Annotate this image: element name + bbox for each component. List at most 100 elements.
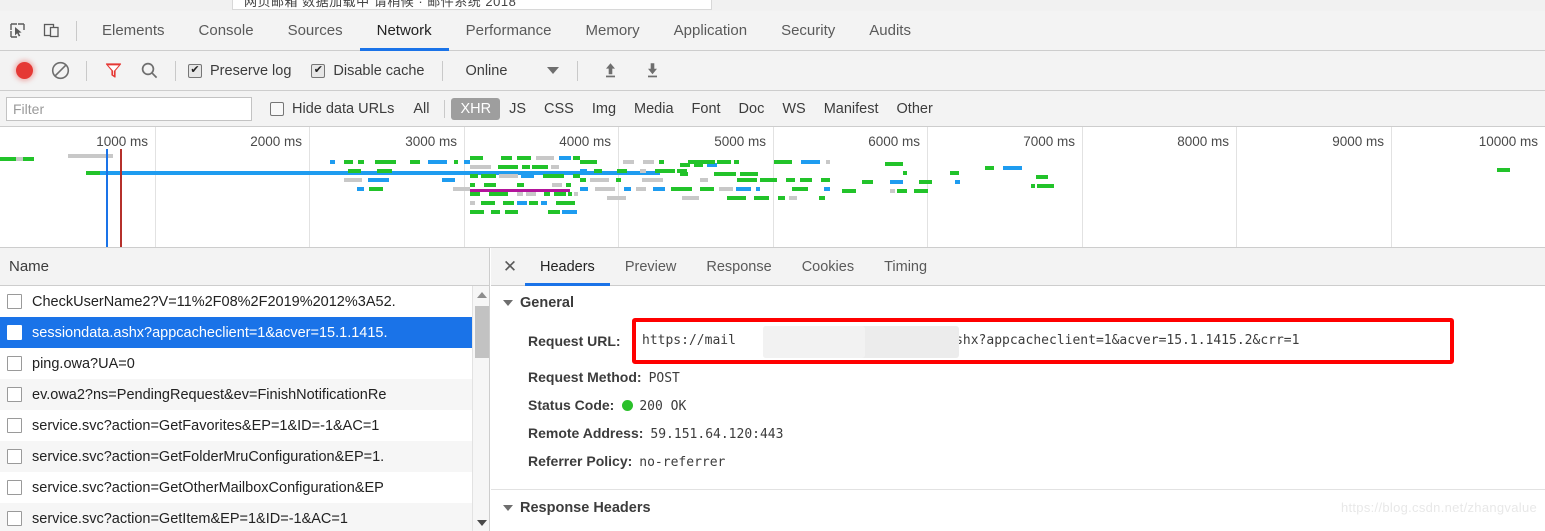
request-name: sessiondata.ashx?appcacheclient=1&acver=…	[32, 324, 388, 341]
overview-request-bar	[826, 160, 830, 164]
referrer-policy-value: no-referrer	[639, 455, 726, 470]
detail-tab-response[interactable]: Response	[691, 248, 786, 286]
overview-request-bar	[489, 192, 508, 196]
general-section-header[interactable]: General	[491, 295, 1545, 311]
overview-request-bar	[590, 178, 609, 182]
table-row[interactable]: service.svc?action=GetFolderMruConfigura…	[0, 441, 473, 472]
network-filter-bar: Hide data URLs All XHR JS CSS Img Media …	[0, 91, 1545, 127]
table-row[interactable]: service.svc?action=GetFavorites&EP=1&ID=…	[0, 410, 473, 441]
overview-request-bar	[580, 178, 586, 182]
overview-request-bar	[717, 160, 731, 164]
request-list-scrollbar[interactable]	[472, 286, 489, 531]
scroll-up-arrow-icon[interactable]	[473, 286, 489, 303]
import-har-icon[interactable]	[592, 51, 628, 91]
overview-request-bar	[700, 178, 708, 182]
browser-tab-title: 网页邮箱 数据加载中 请稍候 · 邮件系统 2018	[244, 0, 517, 9]
request-url-label: Request URL:	[528, 333, 621, 349]
tab-network[interactable]: Network	[359, 11, 449, 51]
device-toolbar-icon[interactable]	[34, 11, 68, 51]
overview-request-bar	[700, 187, 714, 191]
request-url-row: Request URL: https://mail______________/…	[491, 311, 1545, 369]
filter-type-manifest[interactable]: Manifest	[815, 98, 888, 120]
filter-icon[interactable]	[95, 51, 131, 91]
hide-data-urls-checkmark	[270, 101, 284, 116]
table-row[interactable]: service.svc?action=GetItem&EP=1&ID=-1&AC…	[0, 503, 473, 531]
filter-type-font[interactable]: Font	[683, 98, 730, 120]
preserve-log-checkbox[interactable]: ✔ Preserve log	[188, 63, 291, 79]
overview-request-bar	[734, 160, 739, 164]
scrollbar-thumb[interactable]	[475, 306, 489, 358]
table-row[interactable]: sessiondata.ashx?appcacheclient=1&acver=…	[0, 317, 473, 348]
tab-security[interactable]: Security	[764, 11, 852, 51]
overview-request-bar	[501, 156, 512, 160]
search-icon[interactable]	[131, 51, 167, 91]
overview-request-bar	[357, 187, 364, 191]
table-row[interactable]: ev.owa2?ns=PendingRequest&ev=FinishNotif…	[0, 379, 473, 410]
tab-sources[interactable]: Sources	[271, 11, 360, 51]
overview-tick-divider	[155, 127, 156, 247]
filter-type-other[interactable]: Other	[888, 98, 942, 120]
filter-type-all[interactable]: All	[404, 98, 438, 120]
network-overview-timeline[interactable]: 1000 ms 2000 ms 3000 ms 4000 ms 5000 ms 6000 …	[0, 127, 1545, 248]
overview-request-bar	[714, 172, 736, 176]
request-list-header[interactable]: Name	[0, 248, 489, 286]
filter-type-media[interactable]: Media	[625, 98, 683, 120]
filter-type-img[interactable]: Img	[583, 98, 625, 120]
filter-type-doc[interactable]: Doc	[730, 98, 774, 120]
disable-cache-checkbox[interactable]: ✔ Disable cache	[311, 63, 424, 79]
detail-tab-preview[interactable]: Preview	[610, 248, 692, 286]
close-icon[interactable]: ✕	[495, 248, 525, 286]
overview-request-bar	[470, 201, 475, 205]
tab-elements[interactable]: Elements	[85, 11, 182, 51]
detail-tab-cookies[interactable]: Cookies	[787, 248, 869, 286]
tab-performance[interactable]: Performance	[449, 11, 569, 51]
overview-request-bar	[890, 180, 903, 184]
throttling-dropdown-arrow[interactable]	[547, 67, 560, 74]
inspect-cursor-icon[interactable]	[0, 11, 34, 51]
column-header-name: Name	[9, 258, 50, 275]
filter-type-css[interactable]: CSS	[535, 98, 583, 120]
overview-request-bar	[368, 178, 389, 182]
tab-application[interactable]: Application	[657, 11, 764, 51]
record-icon[interactable]	[6, 51, 42, 91]
overview-request-bar	[677, 169, 687, 173]
watermark-text: https://blog.csdn.net/zhangvalue	[1340, 500, 1537, 515]
overview-request-bar	[369, 187, 383, 191]
request-name: CheckUserName2?V=11%2F08%2F2019%2012%3A5…	[32, 293, 396, 310]
overview-request-bar	[23, 157, 34, 161]
tab-console[interactable]: Console	[182, 11, 271, 51]
filter-type-ws[interactable]: WS	[773, 98, 814, 120]
table-row[interactable]: service.svc?action=GetOtherMailboxConfig…	[0, 472, 473, 503]
request-type-icon	[7, 294, 22, 309]
export-har-icon[interactable]	[634, 51, 670, 91]
overview-request-bar	[574, 192, 578, 196]
overview-request-bar	[824, 187, 830, 191]
overview-request-bar	[623, 160, 634, 164]
overview-tick-divider	[618, 127, 619, 247]
overview-request-bar	[454, 160, 458, 164]
detail-tab-headers[interactable]: Headers	[525, 248, 610, 286]
detail-tab-timing[interactable]: Timing	[869, 248, 942, 286]
table-row[interactable]: CheckUserName2?V=11%2F08%2F2019%2012%3A5…	[0, 286, 473, 317]
overview-request-bar	[594, 169, 602, 173]
clear-icon[interactable]	[42, 51, 78, 91]
tab-audits[interactable]: Audits	[852, 11, 928, 51]
filter-type-xhr[interactable]: XHR	[451, 97, 501, 120]
overview-tick-divider	[1082, 127, 1083, 247]
filter-input[interactable]	[6, 96, 252, 121]
tab-memory[interactable]: Memory	[569, 11, 657, 51]
overview-request-bar	[375, 160, 396, 164]
filter-type-js[interactable]: JS	[500, 98, 535, 120]
scroll-down-arrow-icon[interactable]	[473, 514, 489, 531]
preserve-log-checkmark: ✔	[188, 63, 202, 78]
request-method-row: Request Method: POST	[491, 369, 1545, 397]
overview-request-bar	[655, 169, 675, 173]
overview-request-bar	[481, 174, 496, 178]
throttling-select-value[interactable]: Online	[465, 63, 507, 79]
overview-request-bar	[653, 187, 665, 191]
overview-request-bar	[640, 169, 646, 173]
toolbar-divider	[76, 20, 77, 41]
table-row[interactable]: ping.owa?UA=0	[0, 348, 473, 379]
hide-data-urls-checkbox[interactable]: Hide data URLs	[270, 101, 394, 117]
overview-request-bar	[470, 192, 480, 196]
